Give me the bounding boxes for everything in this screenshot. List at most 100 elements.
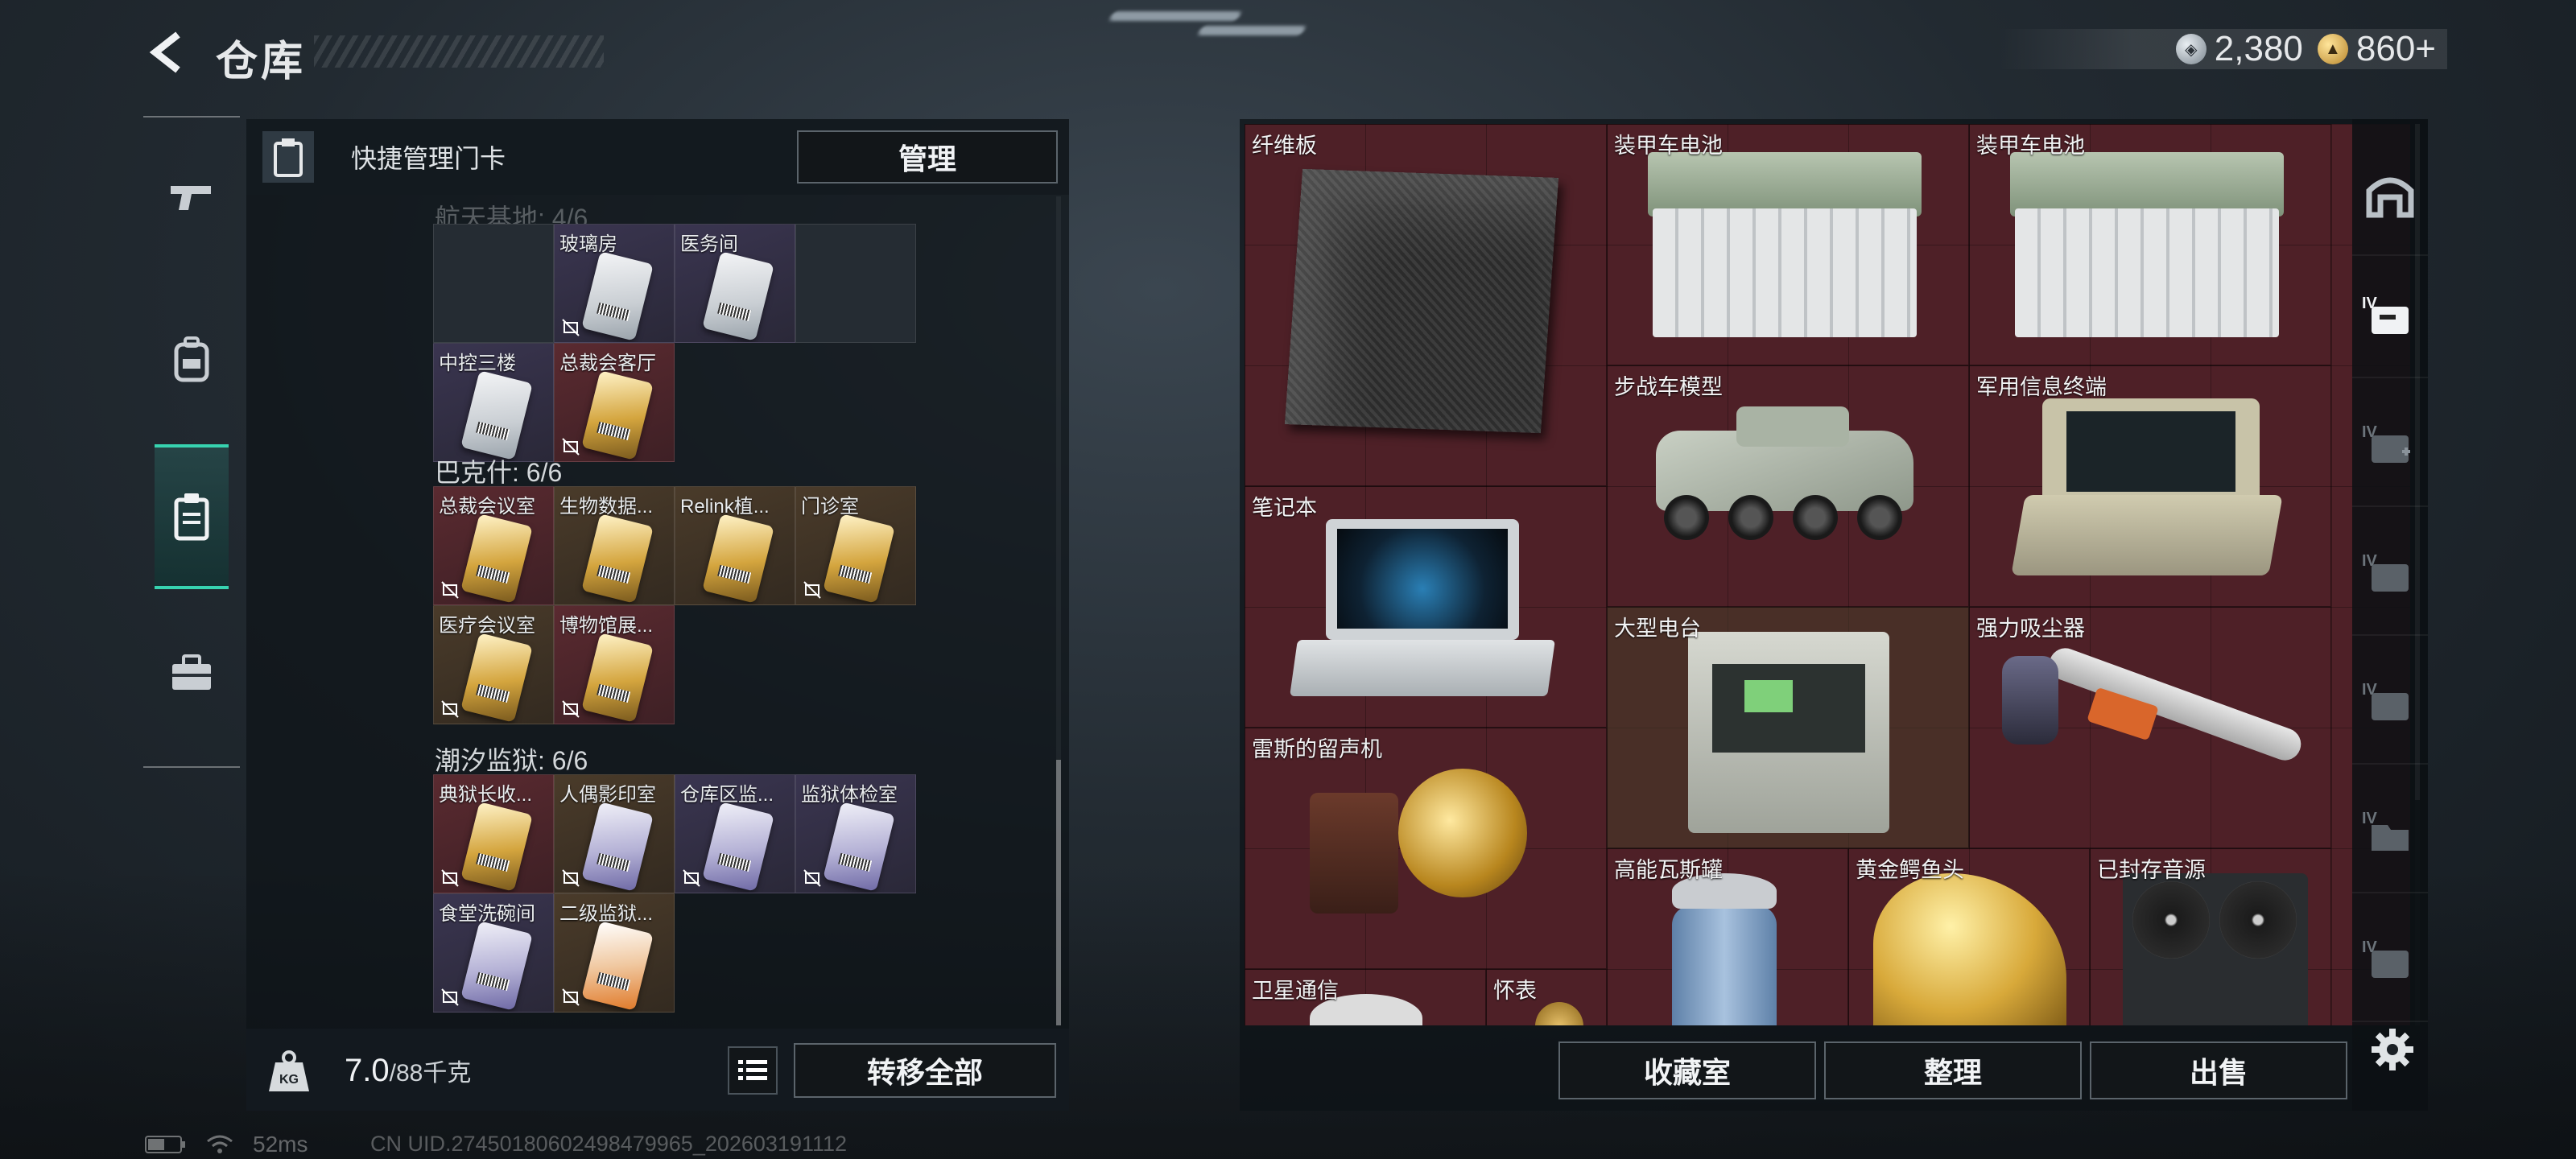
stash-item[interactable]: 雷斯的留声机 xyxy=(1245,728,1607,969)
sort-button[interactable]: 整理 xyxy=(1824,1041,2082,1099)
item-name: 强力吸尘器 xyxy=(1976,617,2085,641)
battery-icon xyxy=(145,1136,185,1153)
stash-item[interactable]: 强力吸尘器 xyxy=(1969,607,2331,848)
filter-level-iv-keycard[interactable]: IV xyxy=(2352,514,2428,636)
stash-panel: 纤维板 装甲车电池 装甲车电池 步战车模型 军用信息终端 笔记本 大型电台 强力… xyxy=(1240,119,2428,1111)
level-iv-medkit-icon: IV xyxy=(2362,423,2410,463)
list-view-button[interactable] xyxy=(728,1046,778,1095)
stash-item[interactable]: 怀表 xyxy=(1486,969,1607,1025)
keycard-image xyxy=(460,921,533,1011)
keycard-slot[interactable]: 监狱体检室 xyxy=(795,774,916,893)
no-trade-icon xyxy=(441,869,459,887)
currency-gold[interactable]: ▲ 860+ xyxy=(2317,29,2436,69)
item-name: 大型电台 xyxy=(1614,617,1701,641)
gun-icon xyxy=(171,186,211,210)
filter-level-iv-keycard[interactable]: IV xyxy=(2352,900,2428,1022)
transfer-all-button[interactable]: 转移全部 xyxy=(794,1043,1056,1098)
keycard-name: 仓库区监... xyxy=(680,784,774,806)
empty-slot[interactable] xyxy=(433,224,554,343)
no-trade-icon xyxy=(562,438,580,456)
laptop-image xyxy=(1290,519,1555,712)
tab-backpack[interactable] xyxy=(155,287,229,431)
svg-text:KG: KG xyxy=(279,1073,299,1087)
reel-recorder-image xyxy=(2123,873,2308,1025)
stash-item[interactable]: 大型电台 xyxy=(1607,607,1969,848)
stash-item[interactable]: 步战车模型 xyxy=(1607,365,1969,607)
filter-level-iv-keycard[interactable]: IV xyxy=(2352,642,2428,765)
item-name: 黄金鳄鱼头 xyxy=(1856,858,1964,882)
keycard-slot[interactable]: 门诊室 xyxy=(795,486,916,605)
keycard-slot[interactable]: 中控三楼 xyxy=(433,343,554,462)
tab-toolbox[interactable] xyxy=(155,600,229,745)
keycard-name: 二级监狱... xyxy=(559,903,654,925)
no-trade-icon xyxy=(562,869,580,887)
scroll-thumb[interactable] xyxy=(1056,760,1061,1025)
item-name: 怀表 xyxy=(1493,979,1537,1003)
item-name: 高能瓦斯罐 xyxy=(1614,858,1723,882)
keycard-slot[interactable]: 总裁会客厅 xyxy=(554,343,675,462)
silver-coin-icon: ◈ xyxy=(2175,34,2207,64)
terminal-image xyxy=(2011,398,2283,584)
keycard-slot[interactable]: 总裁会议室 xyxy=(433,486,554,605)
level-iv-key-icon: IV xyxy=(2362,552,2409,592)
title-decoration xyxy=(314,35,604,68)
keycard-image xyxy=(581,251,654,341)
filter-level-iv-folder[interactable]: IV xyxy=(2352,771,2428,893)
stash-item[interactable]: 军用信息终端 xyxy=(1969,365,2331,607)
phonograph-image xyxy=(1310,769,1535,922)
keycard-slot[interactable]: Relink植... xyxy=(675,486,795,605)
gold-amount: 860+ xyxy=(2355,29,2436,68)
keycard-slot[interactable]: 人偶影印室 xyxy=(554,774,675,893)
stash-item[interactable]: 已封存音源 xyxy=(2090,848,2331,1025)
keycard-slot[interactable]: 二级监狱... xyxy=(554,893,675,1013)
keycard-list[interactable]: 航天基地: 4/6 玻璃房 医务间 中控三楼 总裁会客厅 巴克什: 6/6 总裁会议室… xyxy=(246,195,1069,1029)
status-bar: 52ms xyxy=(145,1132,308,1157)
stash-item[interactable]: 纤维板 xyxy=(1245,124,1607,486)
section-title: 潮汐监狱: 6/6 xyxy=(435,746,588,775)
filter-home[interactable] xyxy=(2352,134,2428,256)
keycard-scrollbar[interactable] xyxy=(1056,196,1061,1025)
keycard-slot[interactable]: 仓库区监... xyxy=(675,774,795,893)
stash-item[interactable]: 装甲车电池 xyxy=(1607,124,1969,365)
item-name: 纤维板 xyxy=(1252,134,1317,158)
keycard-slot[interactable]: 玻璃房 xyxy=(554,224,675,343)
keycard-slot[interactable]: 食堂洗碗间 xyxy=(433,893,554,1013)
keycard-name: 博物馆展... xyxy=(559,615,654,637)
no-trade-icon xyxy=(683,869,700,887)
keycard-slot[interactable]: 医务间 xyxy=(675,224,795,343)
keycard-grid: 总裁会议室 生物数据... Relink植... 门诊室医疗会议室 博物馆展... xyxy=(433,486,916,724)
keycard-slot[interactable]: 典狱长收... xyxy=(433,774,554,893)
keycard-name: 总裁会议室 xyxy=(439,496,535,518)
stash-grid[interactable]: 纤维板 装甲车电池 装甲车电池 步战车模型 军用信息终端 笔记本 大型电台 强力… xyxy=(1245,124,2410,1025)
keycard-panel: 快捷管理门卡 管理 航天基地: 4/6 玻璃房 医务间 中控三楼 总裁会客厅 巴克什:… xyxy=(246,119,1069,1111)
manage-button[interactable]: 管理 xyxy=(797,130,1058,184)
stash-item[interactable]: 黄金鳄鱼头 xyxy=(1848,848,2090,1025)
keycard-name: 门诊室 xyxy=(801,496,859,518)
stash-item[interactable]: 装甲车电池 xyxy=(1969,124,2331,365)
filter-rail: IV IV IV IV IV IV xyxy=(2352,119,2428,1111)
keycard-grid: 玻璃房 医务间中控三楼 总裁会客厅 xyxy=(433,224,916,462)
stash-item[interactable]: 高能瓦斯罐 xyxy=(1607,848,1848,1025)
keycard-image xyxy=(460,633,533,723)
keycard-panel-header: 快捷管理门卡 管理 xyxy=(246,119,1069,195)
filter-level-iv-medical[interactable]: IV xyxy=(2352,385,2428,507)
keycard-name: 典狱长收... xyxy=(439,784,533,806)
uid-readout: CN UID.27450180602498479965_202603191112 xyxy=(370,1132,848,1156)
sell-button[interactable]: 出售 xyxy=(2090,1041,2347,1099)
stash-item[interactable]: 笔记本 xyxy=(1245,486,1607,728)
category-rail xyxy=(143,116,240,768)
tab-weapons[interactable] xyxy=(155,126,229,270)
keycard-slot[interactable]: 博物馆展... xyxy=(554,605,675,724)
currency-silver[interactable]: ◈ 2,380 xyxy=(2175,29,2303,69)
item-name: 卫星通信 xyxy=(1252,979,1339,1003)
stash-item[interactable]: 卫星通信 xyxy=(1245,969,1486,1025)
empty-slot[interactable] xyxy=(795,224,916,343)
collection-room-button[interactable]: 收藏室 xyxy=(1558,1041,1816,1099)
gold-croc-image xyxy=(1873,873,2066,1025)
settings-button[interactable] xyxy=(2370,1027,2415,1072)
filter-level-iv-keycard[interactable]: IV xyxy=(2352,256,2428,378)
tab-keycards[interactable] xyxy=(155,444,229,589)
back-button[interactable] xyxy=(138,24,195,80)
keycard-slot[interactable]: 医疗会议室 xyxy=(433,605,554,724)
keycard-slot[interactable]: 生物数据... xyxy=(554,486,675,605)
